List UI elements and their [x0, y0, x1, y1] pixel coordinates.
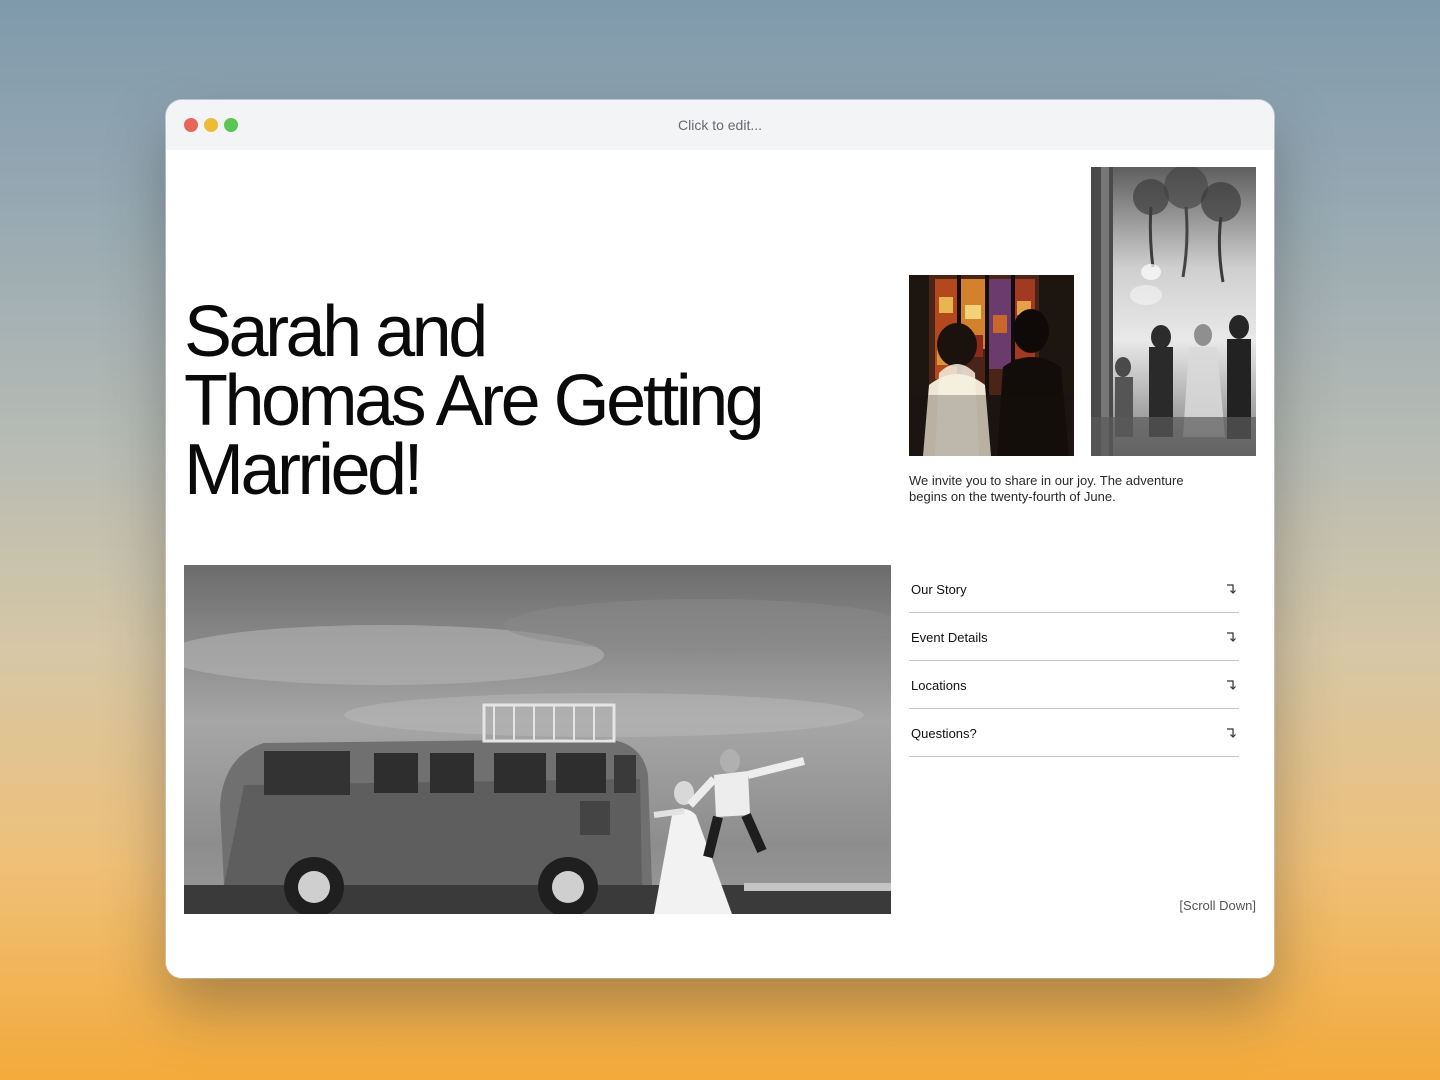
couple-van-photo	[184, 565, 891, 914]
title-line-2: Thomas Are Getting	[184, 361, 765, 441]
section-navigation: Our Story Event Details Locations Questi…	[909, 565, 1239, 757]
arrow-down-right-icon	[1227, 728, 1236, 738]
title-line-3: Married!	[184, 430, 424, 510]
browser-titlebar: Click to edit...	[166, 100, 1274, 150]
nav-item-event-details[interactable]: Event Details	[909, 613, 1239, 661]
nav-item-locations[interactable]: Locations	[909, 661, 1239, 709]
nav-item-questions[interactable]: Questions?	[909, 709, 1239, 757]
page-content: Sarah and Thomas Are Getting Married! We…	[166, 150, 1274, 978]
invitation-text: We invite you to share in our joy. The a…	[909, 473, 1184, 504]
nav-item-our-story[interactable]: Our Story	[909, 565, 1239, 613]
page-title: Sarah and Thomas Are Getting Married!	[184, 292, 864, 510]
arrow-down-right-icon	[1227, 584, 1236, 594]
arrow-down-right-icon	[1227, 680, 1236, 690]
nav-item-label: Our Story	[911, 582, 967, 597]
ceremony-photo	[909, 275, 1074, 456]
title-line-1: Sarah and	[184, 292, 488, 372]
address-bar[interactable]: Click to edit...	[166, 117, 1274, 133]
scroll-down-link[interactable]: [Scroll Down]	[1179, 898, 1256, 913]
browser-window: Click to edit... Sarah and Thomas Are Ge…	[166, 100, 1274, 978]
nav-item-label: Locations	[911, 678, 967, 693]
nav-item-label: Questions?	[911, 726, 977, 741]
reception-photo	[1091, 167, 1256, 456]
nav-item-label: Event Details	[911, 630, 988, 645]
arrow-down-right-icon	[1227, 632, 1236, 642]
